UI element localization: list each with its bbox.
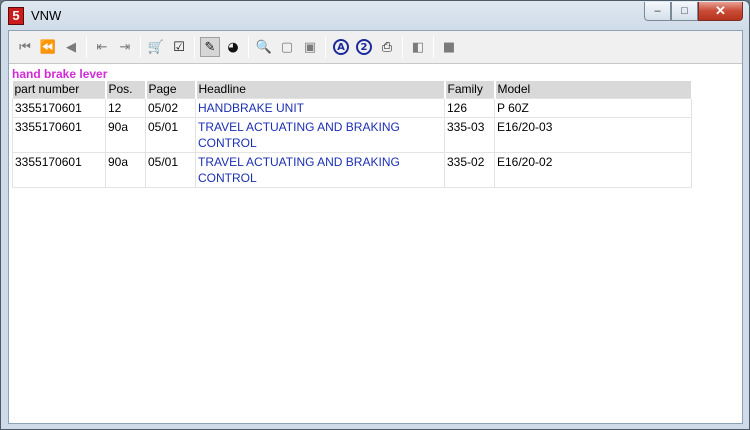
cell-headline-link[interactable]: TRAVEL ACTUATING AND BRAKING CONTROL [195,116,445,153]
cell-family: 335-02 [444,151,495,188]
previous-page-icon[interactable]: ⏪ [38,37,58,57]
page-forward-icon[interactable]: ⇥ [115,37,135,57]
app-icon[interactable]: 5 [8,7,24,25]
globe-icon[interactable]: ◕ [223,37,243,57]
toolbar: ⏮ ⏪ ◀ ⇤ ⇥ 🛒 ☑ ✎ ◕ 🔍 ▢ ▣ A 2 ⎙ ◧ ■ [9,31,742,64]
cell-pos: 12 [105,97,146,118]
cell-family: 335-03 [444,116,495,153]
cell-part-number: 3355170601 [12,151,106,188]
cart-icon[interactable]: 🛒 [146,37,166,57]
table-row[interactable]: 3355170601 12 05/02 HANDBRAKE UNIT 126 P… [12,97,692,118]
cell-page: 05/02 [145,97,196,118]
first-record-icon[interactable]: ⏮ [15,37,35,57]
toolbar-separator [433,36,434,58]
toolbar-separator [86,36,87,58]
page-back-icon[interactable]: ⇤ [92,37,112,57]
print-icon[interactable]: ⎙ [377,37,397,57]
cell-model: E16/20-03 [494,116,692,153]
checklist-icon[interactable]: ☑ [169,37,189,57]
cell-part-number: 3355170601 [12,97,106,118]
window-title: VNW [31,8,62,23]
cell-pos: 90a [105,151,146,188]
close-button[interactable]: ✕ [698,2,743,21]
cell-headline-link[interactable]: HANDBRAKE UNIT [195,97,445,118]
cell-model: E16/20-02 [494,151,692,188]
cell-page: 05/01 [145,116,196,153]
table-header-row: part number Pos. Page Headline Family Mo… [12,81,693,98]
no-pencil-icon[interactable]: ✎ [200,37,220,57]
table-row[interactable]: 3355170601 90a 05/01 TRAVEL ACTUATING AN… [12,151,692,188]
column-header-model[interactable]: Model [494,81,693,98]
window-controls: – □ ✕ [644,2,743,21]
page-alt-icon[interactable]: ▣ [300,37,320,57]
cell-model: P 60Z [494,97,692,118]
stop-icon[interactable]: ■ [439,37,459,57]
toolbar-separator [325,36,326,58]
column-header-part-number[interactable]: part number [12,81,107,98]
cell-page: 05/01 [145,151,196,188]
cell-headline-link[interactable]: TRAVEL ACTUATING AND BRAKING CONTROL [195,151,445,188]
toolbar-separator [248,36,249,58]
table-row[interactable]: 3355170601 90a 05/01 TRAVEL ACTUATING AN… [12,116,692,153]
search-title: hand brake lever [12,67,108,81]
cell-pos: 90a [105,116,146,153]
app-window: 5 VNW – □ ✕ ⏮ ⏪ ◀ ⇤ ⇥ 🛒 ☑ ✎ ◕ 🔍 ▢ ▣ A 2 ⎙ ◧ ■ hand brake… [0,0,750,430]
minimize-button[interactable]: – [644,2,671,21]
toolbar-separator [140,36,141,58]
results-area: hand brake lever part number Pos. Page H… [9,65,742,423]
toolbar-separator [402,36,403,58]
cell-family: 126 [444,97,495,118]
previous-record-icon[interactable]: ◀ [61,37,81,57]
results-table: part number Pos. Page Headline Family Mo… [12,81,693,188]
column-header-page[interactable]: Page [145,81,197,98]
column-header-pos[interactable]: Pos. [105,81,147,98]
zoom-icon[interactable]: 🔍 [254,37,274,57]
maximize-button[interactable]: □ [671,2,698,21]
cell-part-number: 3355170601 [12,116,106,153]
text-a-icon[interactable]: A [333,39,349,55]
eraser-icon[interactable]: ◧ [408,37,428,57]
text-2-icon[interactable]: 2 [356,39,372,55]
title-bar[interactable]: 5 VNW – □ ✕ [1,1,749,29]
column-header-family[interactable]: Family [444,81,496,98]
client-area: ⏮ ⏪ ◀ ⇤ ⇥ 🛒 ☑ ✎ ◕ 🔍 ▢ ▣ A 2 ⎙ ◧ ■ hand brake lever part … [8,30,743,424]
column-header-headline[interactable]: Headline [195,81,446,98]
page-icon[interactable]: ▢ [277,37,297,57]
toolbar-separator [194,36,195,58]
